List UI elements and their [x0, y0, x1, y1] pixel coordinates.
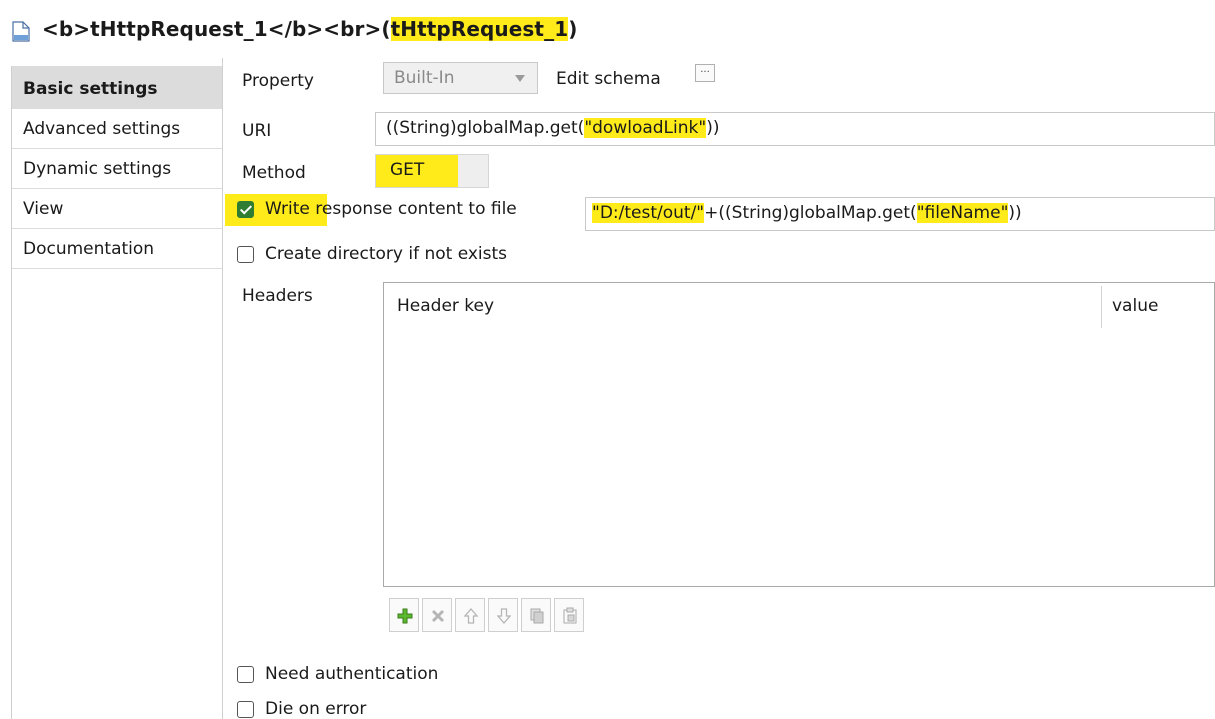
column-header-value[interactable]: value — [1112, 296, 1158, 316]
move-up-icon — [463, 608, 479, 624]
move-up-button[interactable] — [455, 598, 485, 632]
property-select[interactable]: Built-In — [383, 62, 538, 94]
delete-row-button[interactable] — [422, 598, 452, 632]
tab-advanced-settings[interactable]: Advanced settings — [12, 109, 222, 149]
paste-icon — [563, 607, 577, 624]
move-down-icon — [496, 608, 512, 624]
delete-icon — [431, 609, 445, 623]
file-icon — [12, 21, 30, 42]
method-value: GET — [390, 160, 425, 180]
copy-icon — [530, 608, 544, 624]
paste-button[interactable] — [554, 598, 584, 632]
write-response-label: Write response content to file — [265, 199, 517, 219]
edit-schema-button[interactable]: ... — [695, 64, 715, 82]
die-on-error-label: Die on error — [265, 699, 367, 719]
component-title-bar: <b>tHttpRequest_1</b><br>(tHttpRequest_1… — [0, 0, 1215, 58]
move-down-button[interactable] — [488, 598, 518, 632]
settings-tab-list: Basic settings Advanced settings Dynamic… — [11, 66, 222, 719]
write-response-checkbox[interactable] — [237, 201, 254, 218]
need-authentication-checkbox[interactable] — [237, 666, 254, 683]
uri-highlight: "dowloadLink" — [584, 118, 707, 138]
component-title: <b>tHttpRequest_1</b><br>(tHttpRequest_1… — [42, 17, 577, 41]
uri-label: URI — [242, 121, 272, 141]
property-value: Built-In — [394, 68, 455, 88]
title-highlight: tHttpRequest_1 — [390, 17, 569, 41]
create-directory-checkbox[interactable] — [237, 246, 254, 263]
output-file-input[interactable]: "D:/test/out/"+((String)globalMap.get("f… — [585, 197, 1215, 231]
uri-input[interactable]: ((String)globalMap.get("dowloadLink")) — [375, 112, 1215, 146]
title-suffix: ) — [568, 17, 578, 41]
edit-schema-label: Edit schema — [556, 69, 661, 89]
die-on-error-checkbox[interactable] — [237, 701, 254, 718]
create-directory-label: Create directory if not exists — [265, 244, 508, 264]
headers-table[interactable]: Header key value — [383, 282, 1215, 587]
tab-dynamic-settings[interactable]: Dynamic settings — [12, 149, 222, 189]
need-authentication-label: Need authentication — [265, 664, 439, 684]
add-row-button[interactable] — [389, 598, 419, 632]
column-header-key[interactable]: Header key — [397, 296, 494, 316]
add-icon — [397, 608, 413, 624]
output-file-value: "D:/test/out/"+((String)globalMap.get("f… — [592, 203, 1022, 223]
basic-settings-panel: Property Built-In Edit schema ... URI ((… — [223, 58, 1215, 719]
chevron-down-icon — [515, 75, 525, 82]
method-select[interactable]: GET — [375, 154, 489, 188]
tab-view[interactable]: View — [12, 189, 222, 229]
tab-documentation[interactable]: Documentation — [12, 229, 222, 269]
property-label: Property — [242, 71, 314, 91]
tab-basic-settings[interactable]: Basic settings — [12, 66, 222, 109]
method-label: Method — [242, 163, 306, 183]
title-prefix: <b>tHttpRequest_1</b><br>( — [42, 17, 391, 41]
column-divider[interactable] — [1101, 286, 1102, 328]
uri-value: ((String)globalMap.get("dowloadLink")) — [386, 118, 720, 138]
copy-button[interactable] — [521, 598, 551, 632]
headers-label: Headers — [242, 286, 313, 306]
